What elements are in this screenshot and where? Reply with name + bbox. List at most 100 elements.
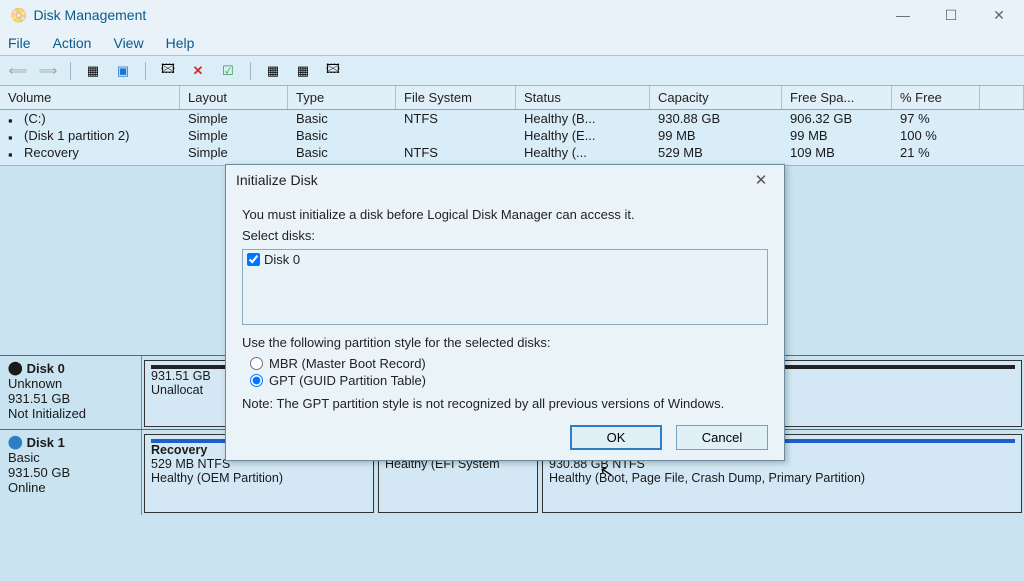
disk-size: 931.51 GB: [8, 391, 133, 406]
separator: [250, 62, 251, 80]
toolbar-icon[interactable]: 🖾: [323, 61, 343, 81]
close-button[interactable]: ✕: [984, 7, 1014, 24]
disk-info: ⬤ Disk 0 Unknown 931.51 GB Not Initialize…: [0, 356, 142, 429]
disk-0-checkbox-row[interactable]: Disk 0: [247, 252, 763, 267]
check-icon[interactable]: ☑: [218, 61, 238, 81]
disk-name: Disk 0: [27, 361, 65, 376]
menubar: File Action View Help: [0, 30, 1024, 56]
initialize-disk-dialog: Initialize Disk ✕ You must initialize a …: [225, 164, 785, 461]
cell: 21 %: [892, 144, 980, 161]
menu-help[interactable]: Help: [166, 35, 195, 51]
cell: Healthy (B...: [516, 110, 650, 127]
col-freespace[interactable]: Free Spa...: [782, 86, 892, 109]
close-icon[interactable]: ✕: [748, 171, 774, 189]
disk-size: 931.50 GB: [8, 465, 133, 480]
cell: Simple: [180, 110, 288, 127]
disk-icon: ⬤: [8, 434, 23, 450]
minimize-button[interactable]: —: [888, 7, 918, 24]
toolbar-icon[interactable]: ▦: [293, 61, 313, 81]
toolbar-icon[interactable]: ▦: [83, 61, 103, 81]
partition-style-label: Use the following partition style for th…: [242, 335, 768, 350]
disk-icon: ⬤: [8, 360, 23, 376]
col-pctfree[interactable]: % Free: [892, 86, 980, 109]
col-capacity[interactable]: Capacity: [650, 86, 782, 109]
nav-forward-icon[interactable]: ⟹: [38, 61, 58, 81]
mbr-radio-row[interactable]: MBR (Master Boot Record): [250, 356, 768, 371]
drive-icon: ▪: [8, 113, 20, 125]
cell: NTFS: [396, 144, 516, 161]
mbr-radio[interactable]: [250, 357, 263, 370]
partition-state: Healthy (Boot, Page File, Crash Dump, Pr…: [549, 471, 1015, 485]
disk-0-label: Disk 0: [264, 252, 300, 267]
col-status[interactable]: Status: [516, 86, 650, 109]
menu-view[interactable]: View: [113, 35, 143, 51]
mbr-label: MBR (Master Boot Record): [269, 356, 426, 371]
cell: 906.32 GB: [782, 110, 892, 127]
drive-icon: ▪: [8, 147, 20, 159]
menu-action[interactable]: Action: [53, 35, 92, 51]
disk-status: Online: [8, 480, 133, 495]
disk-name: Disk 1: [27, 435, 65, 450]
cell: Simple: [180, 127, 288, 144]
dialog-note: Note: The GPT partition style is not rec…: [242, 396, 768, 411]
table-header-row: Volume Layout Type File System Status Ca…: [0, 86, 1024, 110]
cell: 930.88 GB: [650, 110, 782, 127]
cell-volume: (C:): [24, 111, 46, 126]
select-disks-label: Select disks:: [242, 228, 768, 243]
toolbar-icon[interactable]: 🖾: [158, 61, 178, 81]
separator: [70, 62, 71, 80]
drive-icon: ▪: [8, 130, 20, 142]
cell-volume: (Disk 1 partition 2): [24, 128, 129, 143]
cell-volume: Recovery: [24, 145, 79, 160]
col-layout[interactable]: Layout: [180, 86, 288, 109]
gpt-radio[interactable]: [250, 374, 263, 387]
dialog-message: You must initialize a disk before Logica…: [242, 207, 768, 222]
table-row[interactable]: ▪ Recovery Simple Basic NTFS Healthy (...…: [0, 144, 1024, 161]
cell: NTFS: [396, 110, 516, 127]
toolbar-icon[interactable]: ▦: [263, 61, 283, 81]
col-filesystem[interactable]: File System: [396, 86, 516, 109]
partition-state: Healthy (OEM Partition): [151, 471, 367, 485]
cell: Basic: [288, 110, 396, 127]
col-spacer: [980, 86, 1024, 109]
disk-status: Not Initialized: [8, 406, 133, 421]
cancel-button[interactable]: Cancel: [676, 425, 768, 450]
refresh-icon[interactable]: ▣: [113, 61, 133, 81]
cell: 99 MB: [782, 127, 892, 144]
app-icon: 📀: [10, 7, 27, 24]
dialog-titlebar: Initialize Disk ✕: [226, 165, 784, 195]
cell: 99 MB: [650, 127, 782, 144]
toolbar: ⟸ ⟹ ▦ ▣ 🖾 ✕ ☑ ▦ ▦ 🖾: [0, 56, 1024, 86]
volume-table: Volume Layout Type File System Status Ca…: [0, 86, 1024, 165]
ok-button[interactable]: OK: [570, 425, 662, 450]
gpt-radio-row[interactable]: GPT (GUID Partition Table): [250, 373, 768, 388]
separator: [145, 62, 146, 80]
disk-type: Unknown: [8, 376, 133, 391]
delete-icon[interactable]: ✕: [188, 61, 208, 81]
menu-file[interactable]: File: [8, 35, 31, 51]
gpt-label: GPT (GUID Partition Table): [269, 373, 426, 388]
disk-0-checkbox[interactable]: [247, 253, 260, 266]
cell: 529 MB: [650, 144, 782, 161]
cell: 109 MB: [782, 144, 892, 161]
nav-back-icon[interactable]: ⟸: [8, 61, 28, 81]
cell: 100 %: [892, 127, 980, 144]
cell: [396, 127, 516, 144]
cell: Simple: [180, 144, 288, 161]
cell: Healthy (...: [516, 144, 650, 161]
dialog-title: Initialize Disk: [236, 172, 748, 188]
cell: Basic: [288, 144, 396, 161]
cell: Healthy (E...: [516, 127, 650, 144]
disk-info: ⬤ Disk 1 Basic 931.50 GB Online: [0, 430, 142, 515]
table-row[interactable]: ▪ (C:) Simple Basic NTFS Healthy (B... 93…: [0, 110, 1024, 127]
table-row[interactable]: ▪ (Disk 1 partition 2) Simple Basic Healt…: [0, 127, 1024, 144]
window-title: Disk Management: [33, 7, 146, 23]
maximize-button[interactable]: ☐: [936, 7, 966, 24]
window-titlebar: 📀 Disk Management — ☐ ✕: [0, 0, 1024, 30]
cell: Basic: [288, 127, 396, 144]
col-type[interactable]: Type: [288, 86, 396, 109]
disk-list: Disk 0: [242, 249, 768, 325]
cell: 97 %: [892, 110, 980, 127]
disk-type: Basic: [8, 450, 133, 465]
col-volume[interactable]: Volume: [0, 86, 180, 109]
